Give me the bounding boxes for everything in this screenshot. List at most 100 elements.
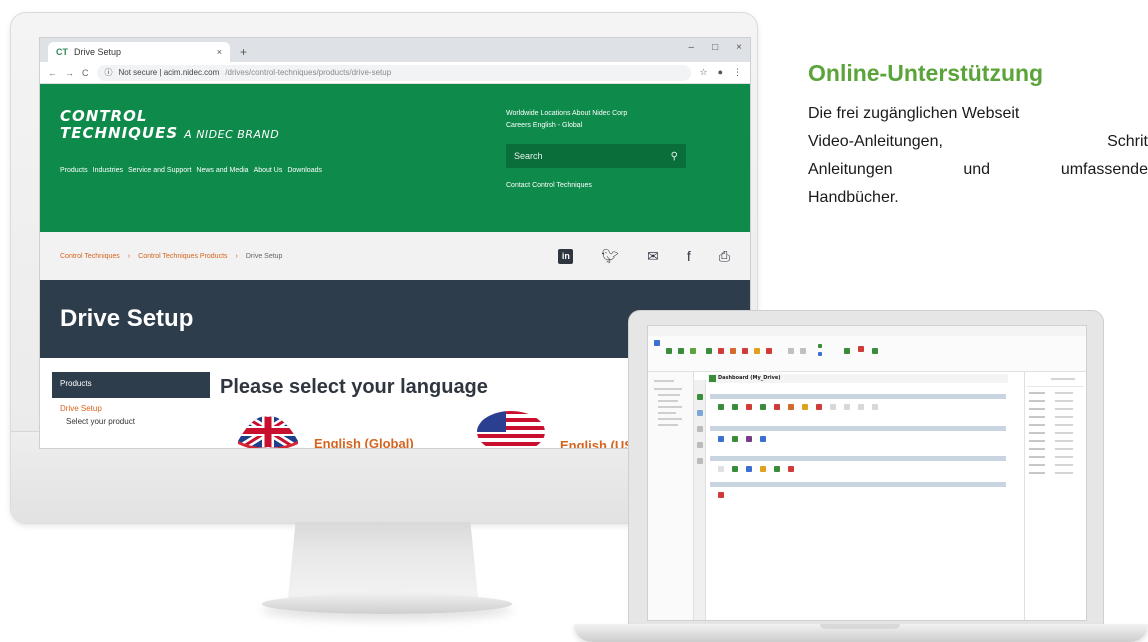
- url-host: Not secure | acim.nidec.com: [118, 68, 220, 77]
- body-line-4: Handbücher.: [808, 189, 899, 206]
- contact-link[interactable]: Contact Control Techniques: [506, 182, 592, 189]
- breadcrumb-current: Drive Setup: [245, 252, 283, 260]
- maximize-icon[interactable]: □: [712, 42, 718, 53]
- section-heading: Online-Unterstützung: [808, 60, 1044, 86]
- sidebar-item-drive-setup[interactable]: Drive Setup: [52, 398, 210, 415]
- laptop: Dashboard (My_Drive): [628, 310, 1104, 626]
- sidebar-heading: Products: [52, 372, 210, 398]
- side-toolbar: [694, 380, 706, 620]
- language-label-global: English (Global): [314, 436, 414, 449]
- ribbon-icon[interactable]: [800, 348, 806, 354]
- software-ribbon: [648, 336, 1086, 372]
- site-header: CONTROL TECHNIQUES A NIDEC BRAND Products…: [40, 84, 750, 232]
- body-line-3b: und: [963, 161, 991, 178]
- breadcrumb-home[interactable]: Control Techniques: [60, 253, 120, 260]
- language-label-us: English (US): [560, 437, 638, 449]
- body-line-2b: Schrit: [1107, 133, 1148, 150]
- ribbon-icon[interactable]: [788, 348, 794, 354]
- print-icon[interactable]: ⎙: [719, 248, 730, 265]
- share-icons: in 🐦︎ ✉ f ⎙: [558, 248, 730, 265]
- ribbon-icon[interactable]: [718, 348, 724, 354]
- breadcrumb-products[interactable]: Control Techniques Products: [138, 253, 227, 260]
- ribbon-icon[interactable]: [730, 348, 736, 354]
- body-line-2a: Video-Anleitungen,: [808, 133, 943, 150]
- us-flag-icon: [477, 411, 545, 448]
- body-line-3c: umfassende: [1060, 161, 1148, 178]
- sidebar-subitem[interactable]: Select your product: [52, 415, 210, 428]
- properties-panel: [1024, 372, 1086, 620]
- nav-about[interactable]: About Us: [254, 167, 283, 174]
- brand-line2: TECHNIQUES: [60, 124, 179, 142]
- new-tab-icon[interactable]: +: [240, 45, 247, 59]
- main-nav: Products Industries Service and Support …: [60, 167, 322, 174]
- language-option-global[interactable]: English (Global): [236, 410, 414, 449]
- utility-links-row2[interactable]: Careers English - Global: [506, 120, 706, 132]
- ribbon-icon[interactable]: [818, 344, 822, 348]
- browser-tab-bar: CT Drive Setup × + – □ ×: [40, 38, 750, 62]
- nav-products[interactable]: Products: [60, 167, 88, 174]
- back-icon[interactable]: ←: [48, 68, 57, 78]
- close-tab-icon[interactable]: ×: [217, 47, 222, 57]
- facebook-icon[interactable]: f: [687, 248, 691, 264]
- url-path: /drives/control-techniques/products/driv…: [225, 68, 392, 77]
- ribbon-icon[interactable]: [706, 348, 712, 354]
- browser-tab[interactable]: CT Drive Setup ×: [48, 42, 230, 62]
- nav-downloads[interactable]: Downloads: [287, 167, 322, 174]
- site-search-input[interactable]: Search ⚲: [506, 144, 686, 168]
- software-window: Dashboard (My_Drive): [647, 325, 1087, 621]
- ribbon-icon[interactable]: [678, 348, 684, 354]
- ribbon-icon[interactable]: [818, 352, 822, 356]
- monitor-base: [262, 594, 512, 614]
- ribbon-icon[interactable]: [654, 340, 660, 346]
- ribbon-icon[interactable]: [766, 348, 772, 354]
- minimize-icon[interactable]: –: [689, 42, 695, 53]
- section-body: Die frei zugänglichen Webseit Video-Anle…: [808, 100, 1148, 212]
- language-option-us[interactable]: English (US): [476, 410, 638, 449]
- page: CT Drive Setup × + – □ × ← → C ⓘ Not sec…: [0, 0, 1148, 642]
- body-line-3a: Anleitungen: [808, 161, 893, 178]
- utility-links-row1[interactable]: Worldwide Locations About Nidec Corp: [506, 108, 706, 120]
- uk-flag-icon: [238, 416, 298, 448]
- ribbon-icon[interactable]: [666, 348, 672, 354]
- search-placeholder: Search: [514, 151, 543, 161]
- body-line-3: Anleitungen und umfassende: [808, 156, 1148, 184]
- nav-service[interactable]: Service and Support: [128, 167, 191, 174]
- close-window-icon[interactable]: ×: [736, 42, 742, 53]
- favicon-icon: CT: [56, 47, 68, 57]
- software-body: Dashboard (My_Drive): [648, 372, 1086, 620]
- ribbon-icon[interactable]: [872, 348, 878, 354]
- reload-icon[interactable]: C: [82, 68, 89, 78]
- menu-dots-icon[interactable]: ⋮: [733, 67, 742, 78]
- nav-industries[interactable]: Industries: [93, 167, 123, 174]
- address-bar-row: ← → C ⓘ Not secure | acim.nidec.com /dri…: [40, 62, 750, 84]
- ribbon-icon[interactable]: [690, 348, 696, 354]
- ribbon-icon[interactable]: [754, 348, 760, 354]
- monitor-stand: [288, 522, 478, 598]
- software-titlebar: [648, 326, 1086, 336]
- body-line-2: Video-Anleitungen, Schrit: [808, 128, 1148, 156]
- profile-icon[interactable]: ●: [718, 67, 723, 78]
- laptop-notch: [820, 624, 900, 629]
- nav-news[interactable]: News and Media: [196, 167, 248, 174]
- linkedin-icon[interactable]: in: [558, 248, 574, 264]
- language-prompt: Please select your language: [220, 376, 488, 398]
- body-line-1: Die frei zugänglichen Webseit: [808, 105, 1020, 122]
- brand-line1: CONTROL: [60, 107, 148, 125]
- ribbon-icon[interactable]: [742, 348, 748, 354]
- email-icon[interactable]: ✉: [647, 248, 659, 265]
- brand-logo[interactable]: CONTROL TECHNIQUES A NIDEC BRAND: [60, 108, 279, 143]
- url-field[interactable]: ⓘ Not secure | acim.nidec.com /drives/co…: [96, 64, 692, 81]
- search-icon[interactable]: ⚲: [671, 151, 678, 162]
- project-tree: [648, 372, 694, 620]
- dashboard-panel: Dashboard (My_Drive): [708, 372, 1018, 620]
- bookmark-star-icon[interactable]: ☆: [699, 67, 707, 78]
- ribbon-icon[interactable]: [844, 348, 850, 354]
- products-sidebar: Products Drive Setup Select your product: [52, 372, 210, 428]
- brand-tag: A NIDEC BRAND: [184, 128, 280, 141]
- ribbon-icon[interactable]: [858, 346, 864, 352]
- forward-icon[interactable]: →: [65, 68, 74, 78]
- twitter-icon[interactable]: 🐦︎: [601, 248, 619, 265]
- window-controls: – □ ×: [689, 42, 742, 53]
- breadcrumb: Control Techniques › Control Techniques …: [40, 232, 750, 280]
- dashboard-title: Dashboard (My_Drive): [708, 374, 1008, 383]
